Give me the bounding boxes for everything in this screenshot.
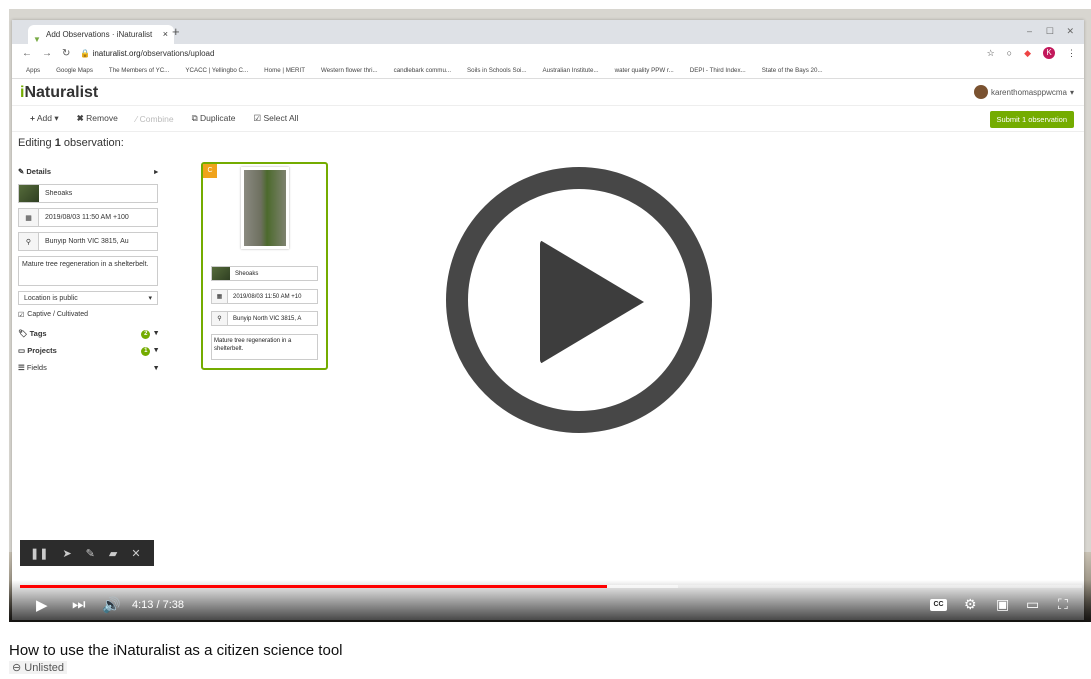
- settings-gear-icon[interactable]: ⚙: [964, 596, 977, 613]
- add-button[interactable]: + Add ▾: [30, 113, 59, 124]
- forward-icon[interactable]: →: [42, 48, 52, 59]
- link-icon: ⊖: [12, 662, 22, 674]
- tab-title: Add Observations · iNaturalist: [46, 30, 153, 39]
- tag-icon: 🏷: [18, 329, 28, 338]
- window-close-icon[interactable]: ✕: [1066, 26, 1074, 37]
- user-avatar: [973, 85, 988, 99]
- extension-icon-2[interactable]: ◆: [1024, 48, 1031, 59]
- back-icon[interactable]: ←: [22, 48, 32, 59]
- species-thumbnail: [19, 185, 39, 202]
- pencil-icon: ✎: [18, 166, 25, 176]
- list-icon: ☰: [18, 363, 25, 372]
- progress-bar[interactable]: [20, 585, 1082, 588]
- time-display: 4:13 / 7:38: [132, 599, 185, 611]
- inaturalist-favicon-icon: ▼: [33, 35, 41, 44]
- map-marker-icon: ⚲: [19, 233, 39, 250]
- bookmark-item[interactable]: Google Maps: [56, 67, 93, 74]
- browser-tab[interactable]: ▼ Add Observations · iNaturalist ×: [28, 25, 174, 44]
- location-field[interactable]: ⚲ Bunyip North VIC 3815, Au: [18, 232, 158, 251]
- pen-icon[interactable]: ✎: [86, 547, 95, 560]
- edit-sidebar: Editing 1 observation: ✎ Details ▸ Sheoak…: [18, 137, 158, 376]
- map-marker-icon: ⚲: [212, 312, 228, 325]
- bookmark-item[interactable]: YCACC | Yellingbo C...: [185, 67, 248, 74]
- volume-icon[interactable]: 🔊: [102, 596, 121, 614]
- extension-icon[interactable]: ○: [1007, 48, 1012, 58]
- editing-heading: Editing 1 observation:: [18, 137, 124, 149]
- bookmark-item[interactable]: candlebark commu...: [394, 67, 451, 74]
- observation-card[interactable]: C Sheoaks ▦ 2019/08/03 11:50 AM +10 ⚲ Buny…: [201, 162, 328, 370]
- inat-header: iNaturalist karenthomasppwcma ▾: [12, 79, 1084, 106]
- bookmark-item[interactable]: Soils in Schools Soi...: [467, 67, 527, 74]
- briefcase-icon: ▭: [18, 346, 26, 355]
- maximize-icon[interactable]: ☐: [1046, 26, 1054, 37]
- combine-button[interactable]: ⁄ Combine: [136, 114, 174, 124]
- calendar-icon: ▦: [19, 209, 39, 226]
- bookmark-item[interactable]: The Members of YC...: [109, 67, 169, 74]
- url-field[interactable]: 🔒 inaturalist.org/observations/upload: [80, 49, 214, 58]
- tab-bar: ▼ Add Observations · iNaturalist × + – ☐…: [12, 20, 1084, 44]
- bookmark-item[interactable]: water quality PPW r...: [615, 67, 674, 74]
- annotation-toolbar: ❚❚ ➤ ✎ ▰ ✕: [20, 540, 154, 566]
- minimize-icon[interactable]: –: [1027, 26, 1032, 36]
- bookmark-item[interactable]: Western flower thri...: [321, 67, 378, 74]
- profile-avatar[interactable]: K: [1043, 47, 1055, 59]
- address-bar-row: ← → ↻ 🔒 inaturalist.org/observations/upl…: [12, 44, 1084, 63]
- captions-button[interactable]: CC: [930, 599, 947, 611]
- reload-icon[interactable]: ↻: [62, 48, 70, 59]
- date-field[interactable]: ▦ 2019/08/03 11:50 AM +100: [18, 208, 158, 227]
- new-tab-icon[interactable]: +: [172, 24, 180, 39]
- theater-mode-icon[interactable]: ▭: [1026, 596, 1039, 613]
- tab-close-icon[interactable]: ×: [163, 25, 168, 44]
- notes-textarea[interactable]: Mature tree regeneration in a shelterbel…: [18, 256, 158, 286]
- caret-right-icon: ▸: [154, 166, 158, 176]
- fullscreen-icon[interactable]: ⛶: [1058, 596, 1068, 613]
- star-icon[interactable]: ☆: [987, 48, 995, 59]
- duplicate-button[interactable]: ⧉ Duplicate: [192, 113, 236, 124]
- video-title: How to use the iNaturalist as a citizen …: [9, 642, 343, 659]
- eraser-icon[interactable]: ▰: [109, 547, 117, 560]
- pause-icon[interactable]: ❚❚: [30, 547, 48, 560]
- close-icon[interactable]: ✕: [131, 547, 140, 560]
- card-corner-badge: C: [203, 164, 217, 178]
- play-icon[interactable]: ▶: [36, 596, 48, 614]
- miniplayer-icon[interactable]: ▣: [996, 596, 1009, 613]
- card-location-field[interactable]: ⚲ Bunyip North VIC 3815, A: [211, 311, 318, 326]
- upload-toolbar: + Add ▾ ✖ Remove ⁄ Combine ⧉ Duplicate ☑…: [12, 106, 1084, 132]
- played-bar: [20, 585, 608, 588]
- tags-section[interactable]: 🏷 Tags 2 ▾: [18, 325, 158, 342]
- cursor-icon[interactable]: ➤: [62, 547, 71, 560]
- bookmarks-bar: Apps Google Maps The Members of YC... YCACC…: [12, 63, 1084, 79]
- play-triangle-icon[interactable]: [540, 240, 644, 364]
- bookmark-item[interactable]: DEPI - Third Index...: [690, 67, 746, 74]
- details-section-toggle[interactable]: ✎ Details ▸: [18, 163, 158, 179]
- submit-button[interactable]: Submit 1 observation: [989, 111, 1074, 128]
- inaturalist-logo[interactable]: iNaturalist: [20, 84, 98, 102]
- bookmark-item[interactable]: State of the Bays 20...: [762, 67, 823, 74]
- user-menu[interactable]: karenthomasppwcma ▾: [973, 85, 1074, 99]
- lock-icon: 🔒: [80, 49, 93, 58]
- species-field[interactable]: Sheoaks: [18, 184, 158, 203]
- species-thumbnail: [212, 267, 230, 280]
- bookmark-item[interactable]: Australian Institute...: [543, 67, 599, 74]
- next-icon[interactable]: ⏭: [72, 596, 86, 613]
- card-species-field[interactable]: Sheoaks: [211, 266, 318, 281]
- projects-section[interactable]: ▭ Projects 1 ▾: [18, 342, 158, 359]
- calendar-icon: ▦: [212, 290, 228, 303]
- fields-section[interactable]: ☰ Fields ▾: [18, 359, 158, 376]
- observation-photo[interactable]: [241, 167, 289, 249]
- card-date-field[interactable]: ▦ 2019/08/03 11:50 AM +10: [211, 289, 318, 304]
- remove-button[interactable]: ✖ Remove: [77, 113, 118, 124]
- caret-down-icon: ▾: [148, 295, 152, 302]
- bookmark-item[interactable]: Home | MERIT: [264, 67, 305, 74]
- bookmark-item[interactable]: Apps: [26, 67, 40, 74]
- card-notes[interactable]: Mature tree regeneration in a shelterbel…: [211, 334, 318, 360]
- geoprivacy-select[interactable]: Location is public ▾: [18, 291, 158, 305]
- unlisted-badge: ⊖ Unlisted: [9, 661, 68, 674]
- menu-icon[interactable]: ⋮: [1067, 48, 1076, 59]
- captive-checkbox[interactable]: ☑ Captive / Cultivated: [18, 311, 158, 319]
- caret-down-icon: ▾: [1069, 87, 1074, 97]
- select-all-checkbox[interactable]: ☑ Select All: [253, 113, 298, 124]
